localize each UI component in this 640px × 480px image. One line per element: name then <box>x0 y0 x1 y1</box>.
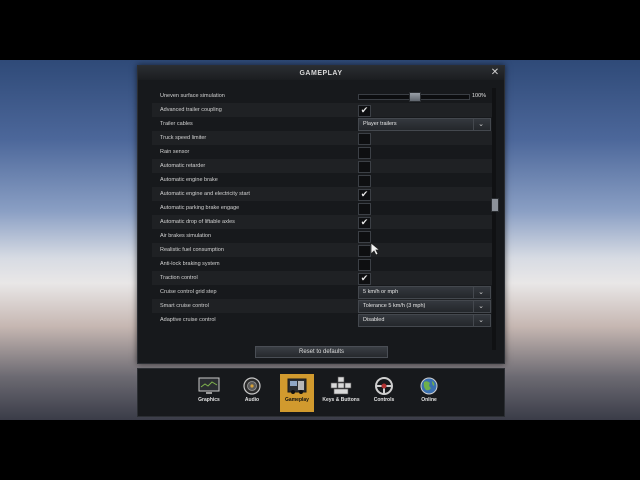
trailer-cables-dropdown[interactable]: Player trailers ⌄ <box>358 118 491 131</box>
setting-label: Truck speed limiter <box>160 135 207 141</box>
panel-header: GAMEPLAY ✕ <box>138 66 504 80</box>
panel-title: GAMEPLAY <box>299 70 343 77</box>
setting-label: Traction control <box>160 275 198 281</box>
checkmark-icon: ✔ <box>360 105 369 115</box>
setting-row-smart-cruise-control: Smart cruise control Tolerance 5 km/h (3 … <box>152 299 492 313</box>
anti-lock-braking-system-checkbox[interactable] <box>358 259 371 271</box>
setting-label: Trailer cables <box>160 121 193 127</box>
setting-row-trailer-cables: Trailer cables Player trailers ⌄ <box>152 117 492 131</box>
chevron-down-icon: ⌄ <box>473 119 488 130</box>
setting-label: Automatic engine and electricity start <box>160 191 250 197</box>
letterbox-bottom <box>0 420 640 480</box>
chevron-down-icon: ⌄ <box>473 287 488 298</box>
tab-graphics[interactable]: Graphics <box>192 374 226 412</box>
truck-icon <box>287 378 307 394</box>
rain-sensor-checkbox[interactable] <box>358 147 371 159</box>
tab-audio[interactable]: Audio <box>235 374 269 412</box>
close-button[interactable]: ✕ <box>490 68 500 78</box>
smart-cruise-control-dropdown[interactable]: Tolerance 5 km/h (3 mph) ⌄ <box>358 300 491 313</box>
monitor-icon <box>198 377 220 394</box>
advanced-trailer-coupling-checkbox[interactable]: ✔ <box>358 105 371 117</box>
checkmark-icon: ✔ <box>360 273 369 283</box>
automatic-retarder-checkbox[interactable] <box>358 161 371 173</box>
setting-label: Automatic retarder <box>160 163 206 169</box>
setting-row-realistic-fuel-consumption: Realistic fuel consumption <box>152 243 492 257</box>
cruise-control-grid-step-dropdown[interactable]: 5 km/h or mph ⌄ <box>358 286 491 299</box>
reset-to-defaults-button[interactable]: Reset to defaults <box>255 346 388 358</box>
setting-row-uneven-surface: Uneven surface simulation 100% <box>152 89 492 103</box>
dropdown-value: Disabled <box>363 317 385 323</box>
setting-label: Anti-lock braking system <box>160 261 220 267</box>
options-tab-bar: Graphics Audio Gameplay Keys & Buttons C… <box>137 368 505 417</box>
setting-row-adaptive-cruise-control: Adaptive cruise control Disabled ⌄ <box>152 313 492 327</box>
chevron-down-icon: ⌄ <box>473 315 488 326</box>
tab-gameplay[interactable]: Gameplay <box>280 374 314 412</box>
slider-handle[interactable] <box>409 92 421 102</box>
checkmark-icon: ✔ <box>360 217 369 227</box>
setting-label: Automatic drop of liftable axles <box>160 219 235 225</box>
dropdown-value: Player trailers <box>363 121 397 127</box>
uneven-surface-slider[interactable] <box>358 92 470 102</box>
adaptive-cruise-control-dropdown[interactable]: Disabled ⌄ <box>358 314 491 327</box>
setting-label: Uneven surface simulation <box>160 93 225 99</box>
setting-label: Rain sensor <box>160 149 190 155</box>
setting-row-traction-control: Traction control ✔ <box>152 271 492 285</box>
setting-label: Cruise control grid step <box>160 289 217 295</box>
mouse-cursor-icon <box>370 242 380 256</box>
setting-row-automatic-parking-brake-engage: Automatic parking brake engage <box>152 201 492 215</box>
tab-controls[interactable]: Controls <box>367 374 401 412</box>
settings-panel: GAMEPLAY ✕ Uneven surface simulation 100… <box>137 65 505 364</box>
automatic-engine-brake-checkbox[interactable] <box>358 175 371 187</box>
setting-row-air-brakes-simulation: Air brakes simulation <box>152 229 492 243</box>
tab-label: Online <box>421 397 437 403</box>
truck-speed-limiter-checkbox[interactable] <box>358 133 371 145</box>
setting-label: Automatic engine brake <box>160 177 218 183</box>
dropdown-value: Tolerance 5 km/h (3 mph) <box>363 303 426 309</box>
checkmark-icon: ✔ <box>360 189 369 199</box>
scrollbar-thumb[interactable] <box>491 198 499 212</box>
setting-label: Advanced trailer coupling <box>160 107 222 113</box>
setting-label: Realistic fuel consumption <box>160 247 224 253</box>
setting-row-automatic-drop-of-liftable-axles: Automatic drop of liftable axles ✔ <box>152 215 492 229</box>
settings-list: Uneven surface simulation 100% Advanced … <box>152 89 492 351</box>
dropdown-value: 5 km/h or mph <box>363 289 399 295</box>
setting-label: Adaptive cruise control <box>160 317 216 323</box>
setting-row-rain-sensor: Rain sensor <box>152 145 492 159</box>
traction-control-checkbox[interactable]: ✔ <box>358 273 371 285</box>
steering-wheel-icon <box>375 377 393 395</box>
slider-value: 100% <box>472 93 487 99</box>
setting-label: Air brakes simulation <box>160 233 212 239</box>
setting-label: Smart cruise control <box>160 303 209 309</box>
setting-row-advanced-trailer-coupling: Advanced trailer coupling ✔ <box>152 103 492 117</box>
setting-row-automatic-engine-and-electricity-start: Automatic engine and electricity start ✔ <box>152 187 492 201</box>
setting-row-truck-speed-limiter: Truck speed limiter <box>152 131 492 145</box>
chevron-down-icon: ⌄ <box>473 301 488 312</box>
tab-online[interactable]: Online <box>412 374 446 412</box>
setting-row-automatic-engine-brake: Automatic engine brake <box>152 173 492 187</box>
keys-icon <box>330 376 352 395</box>
automatic-parking-brake-engage-checkbox[interactable] <box>358 203 371 215</box>
speaker-icon <box>243 377 261 395</box>
setting-row-cruise-control-grid-step: Cruise control grid step 5 km/h or mph ⌄ <box>152 285 492 299</box>
automatic-drop-of-liftable-axles-checkbox[interactable]: ✔ <box>358 217 371 229</box>
automatic-engine-and-electricity-start-checkbox[interactable]: ✔ <box>358 189 371 201</box>
setting-row-automatic-retarder: Automatic retarder <box>152 159 492 173</box>
globe-icon <box>420 377 438 395</box>
setting-row-anti-lock-braking-system: Anti-lock braking system <box>152 257 492 271</box>
setting-label: Automatic parking brake engage <box>160 205 240 211</box>
letterbox-top <box>0 0 640 60</box>
tab-keys-buttons[interactable]: Keys & Buttons <box>322 374 360 412</box>
scrollbar[interactable] <box>491 88 499 350</box>
